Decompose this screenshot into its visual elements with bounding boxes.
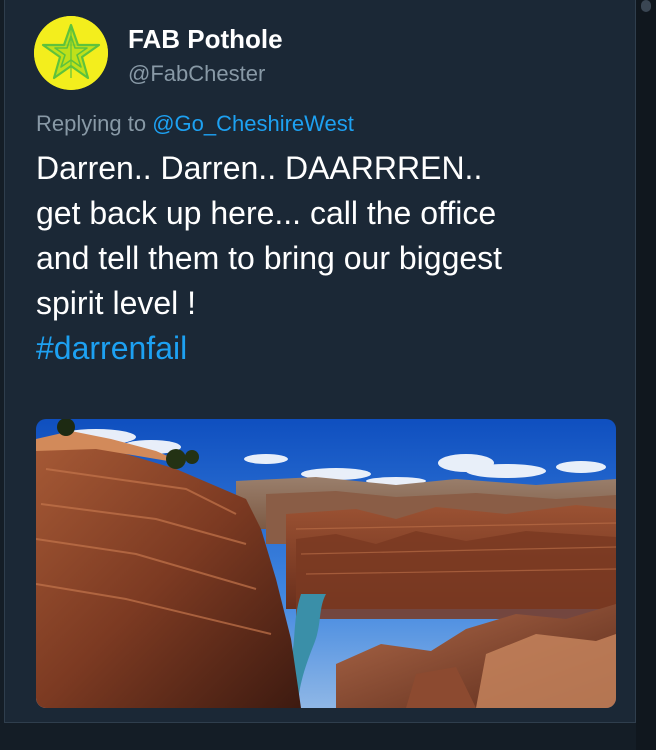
- canyon-photo: [36, 419, 616, 708]
- tweet-text: Darren.. Darren.. DAARRREN.. get back up…: [36, 146, 616, 371]
- reply-mention-link[interactable]: @Go_CheshireWest: [152, 111, 354, 136]
- author-handle[interactable]: @FabChester: [128, 61, 265, 87]
- tweet-text-line: and tell them to bring our biggest: [36, 240, 503, 276]
- author-display-name[interactable]: FAB Pothole: [128, 24, 283, 55]
- hashtag-link[interactable]: #darrenfail: [36, 326, 616, 371]
- reply-prefix: Replying to: [36, 111, 147, 136]
- avatar[interactable]: [34, 16, 108, 90]
- scrollbar-track[interactable]: [636, 0, 656, 750]
- star-badge-icon: [34, 16, 108, 90]
- tweet-text-line: spirit level !: [36, 285, 197, 321]
- tweet-text-line: get back up here... call the office: [36, 195, 497, 231]
- reply-context: Replying to @Go_CheshireWest: [36, 111, 354, 137]
- tweet-text-line: Darren.. Darren.. DAARRREN..: [36, 150, 483, 186]
- tweet-media-photo[interactable]: [36, 419, 616, 708]
- scrollbar-thumb[interactable]: [641, 0, 651, 12]
